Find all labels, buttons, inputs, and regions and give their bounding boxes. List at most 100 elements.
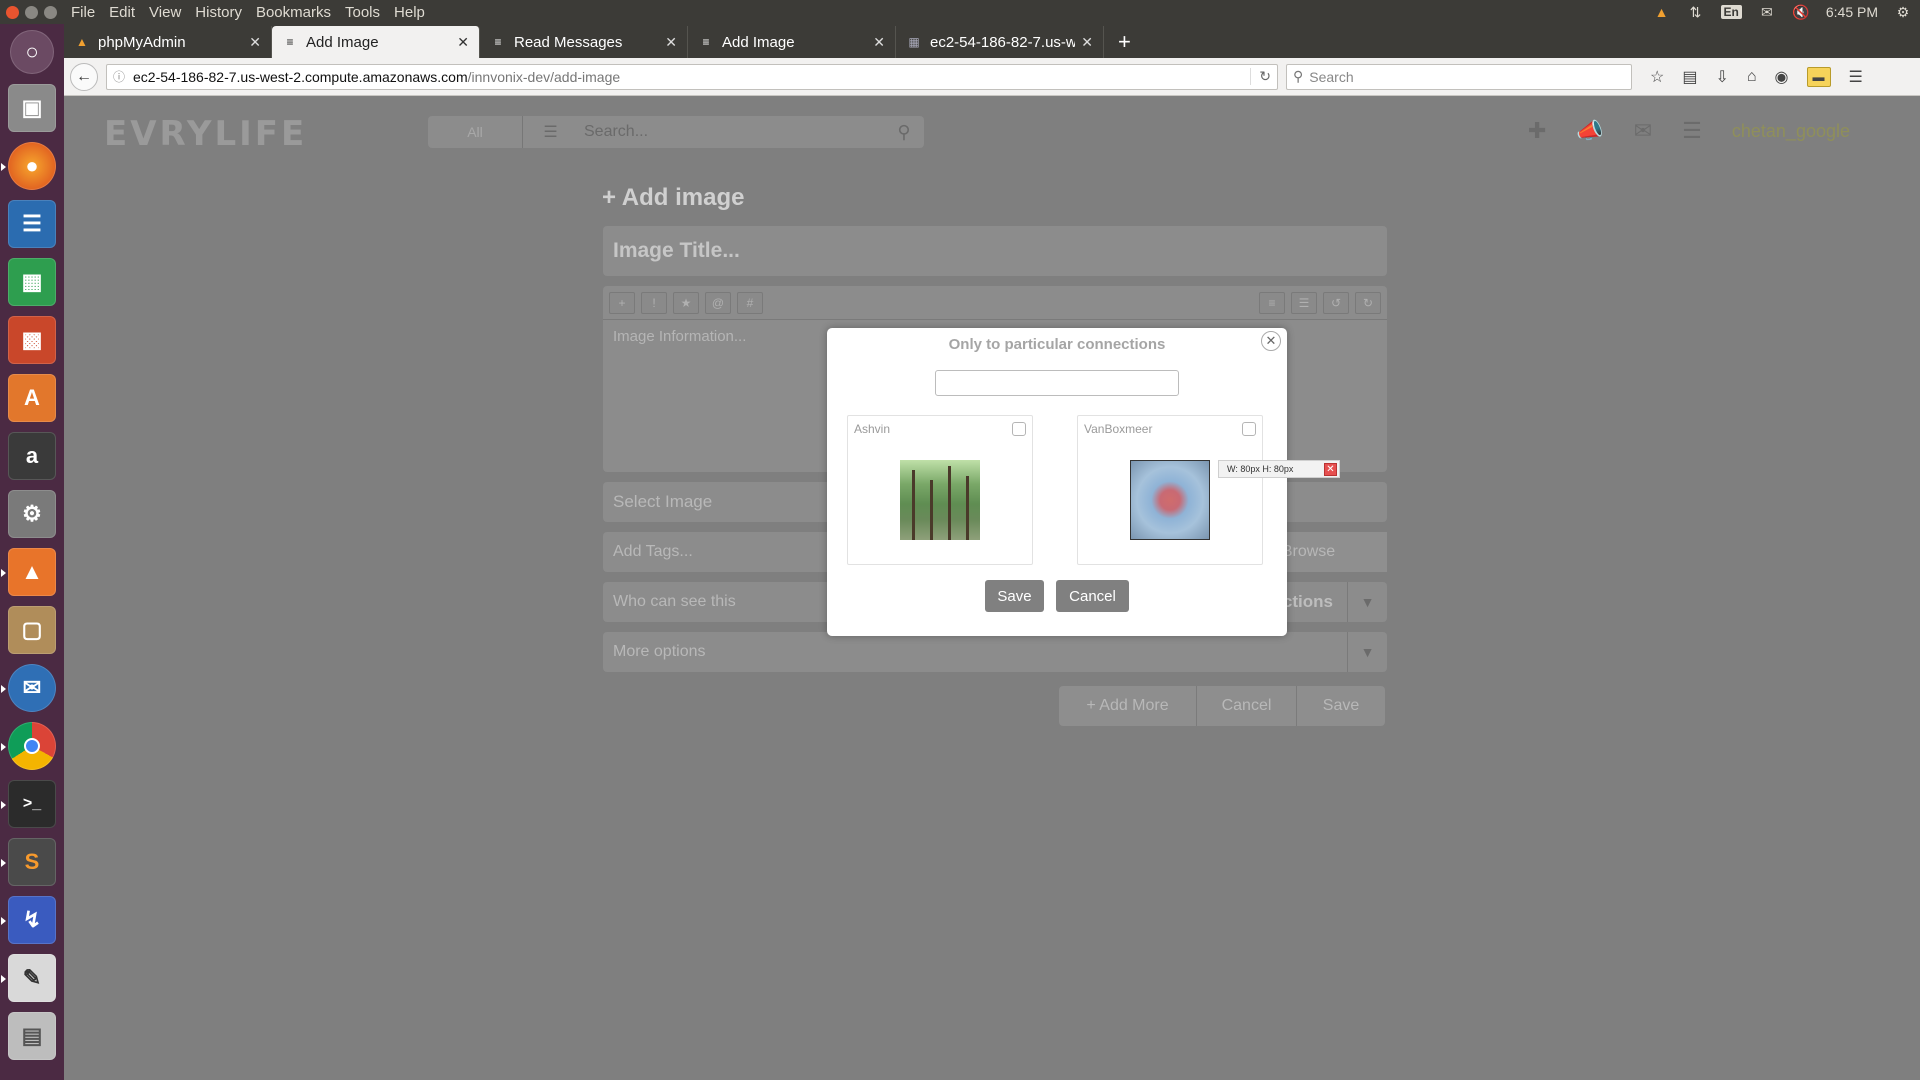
tab-close-icon[interactable]: ✕ <box>1081 34 1093 51</box>
editor-list-icon[interactable]: ☰ <box>1291 292 1317 314</box>
flame-app-icon[interactable]: ▲ <box>1 548 56 596</box>
envelope-icon[interactable]: ✉ <box>1634 118 1652 144</box>
scanner-icon[interactable]: ▤ <box>8 1012 56 1060</box>
editor-at-icon[interactable]: @ <box>705 292 731 314</box>
mail-icon[interactable]: ✉ <box>1758 4 1776 20</box>
site-search-input[interactable]: Search... <box>578 116 884 148</box>
window-minimize-icon[interactable] <box>25 5 38 19</box>
firefox-icon[interactable]: ● <box>1 142 56 190</box>
menu-tools[interactable]: Tools <box>340 4 385 21</box>
editor-add-icon[interactable]: + <box>609 292 635 314</box>
tab-read-messages[interactable]: ≡ Read Messages ✕ <box>480 26 688 58</box>
window-maximize-icon[interactable] <box>44 5 57 19</box>
megaphone-icon[interactable]: 📣 <box>1576 118 1603 144</box>
chevron-down-icon[interactable]: ▼ <box>1347 582 1387 622</box>
libreoffice-calc-icon[interactable]: ▦ <box>8 258 56 306</box>
cancel-button[interactable]: Cancel <box>1197 686 1297 726</box>
connection-checkbox[interactable] <box>1012 422 1026 436</box>
add-more-button[interactable]: + Add More <box>1059 686 1197 726</box>
system-settings-icon[interactable]: ⚙ <box>8 490 56 538</box>
editor-star-icon[interactable]: ★ <box>673 292 699 314</box>
text-editor-icon[interactable]: ✎ <box>1 954 56 1002</box>
clock[interactable]: 6:45 PM <box>1826 4 1878 20</box>
plus-icon[interactable]: ✚ <box>1528 118 1546 144</box>
page-content: EVRYLIFE All ☰ Search... ⚲ ✚ 📣 ✉ ☰ cheta… <box>64 96 1920 1080</box>
reload-icon[interactable]: ↻ <box>1250 68 1271 85</box>
extension-icon[interactable]: ▬ <box>1806 66 1831 87</box>
tab-close-icon[interactable]: ✕ <box>665 34 677 51</box>
tab-close-icon[interactable]: ✕ <box>873 34 885 51</box>
modal-cancel-button[interactable]: Cancel <box>1056 580 1129 612</box>
menu-icon[interactable]: ☰ <box>1682 118 1702 144</box>
tab-ec2-host[interactable]: ▦ ec2-54-186-82-7.us-wes ✕ <box>896 26 1104 58</box>
search-icon[interactable]: ⚲ <box>884 116 924 148</box>
tab-close-icon[interactable]: ✕ <box>249 34 261 51</box>
connection-card-vanboxmeer[interactable]: VanBoxmeer <box>1077 415 1263 565</box>
system-tray: ▲ ⇅ En ✉ 🔇 6:45 PM ⚙ <box>1653 0 1912 24</box>
new-tab-button[interactable]: + <box>1104 26 1145 58</box>
files-manager-icon[interactable]: ▣ <box>8 84 56 132</box>
connection-name: VanBoxmeer <box>1084 422 1153 436</box>
editor-hash-icon[interactable]: # <box>737 292 763 314</box>
home-icon[interactable]: ⌂ <box>1747 68 1757 86</box>
ubuntu-dash-icon[interactable]: ○ <box>10 30 54 74</box>
window-close-icon[interactable] <box>6 5 19 19</box>
connection-checkbox[interactable] <box>1242 422 1256 436</box>
username-link[interactable]: chetan_google <box>1732 121 1850 142</box>
software-center-icon[interactable]: A <box>8 374 56 422</box>
image-title-input[interactable]: Image Title... <box>603 226 1387 276</box>
connection-avatar-image[interactable] <box>1130 460 1210 540</box>
pocket-icon[interactable]: ◉ <box>1775 67 1789 87</box>
menu-view[interactable]: View <box>144 4 186 21</box>
network-icon[interactable]: ⇅ <box>1687 4 1705 20</box>
amazon-icon[interactable]: a <box>8 432 56 480</box>
browser-search-bar[interactable]: ⚲ Search <box>1286 63 1632 90</box>
location-list-icon[interactable]: ☰ <box>522 116 578 148</box>
menu-history[interactable]: History <box>190 4 247 21</box>
connection-search-input[interactable] <box>935 370 1179 396</box>
more-options-select[interactable]: More options ▼ <box>603 632 1387 672</box>
menu-help[interactable]: Help <box>389 4 430 21</box>
connection-card-ashvin[interactable]: Ashvin <box>847 415 1033 565</box>
save-button[interactable]: Save <box>1297 686 1385 726</box>
menu-file[interactable]: File <box>66 4 100 21</box>
tab-close-icon[interactable]: ✕ <box>457 34 469 51</box>
editor-redo-icon[interactable]: ↻ <box>1355 292 1381 314</box>
flame-icon[interactable]: ▲ <box>1653 4 1671 20</box>
connections-modal: Only to particular connections ✕ Ashvin … <box>827 328 1340 636</box>
tab-phpmyadmin[interactable]: ▲ phpMyAdmin ✕ <box>64 26 272 58</box>
tab-add-image-active[interactable]: ≡ Add Image ✕ <box>272 26 480 58</box>
settings-gear-icon[interactable]: ⚙ <box>1894 4 1912 20</box>
sublime-text-icon[interactable]: S <box>1 838 56 886</box>
editor-exclaim-icon[interactable]: ! <box>641 292 667 314</box>
terminal-icon[interactable]: >_ <box>1 780 56 828</box>
more-options-label: More options <box>613 643 706 660</box>
menu-bookmarks[interactable]: Bookmarks <box>251 4 336 21</box>
tab-add-image-2[interactable]: ≡ Add Image ✕ <box>688 26 896 58</box>
hamburger-menu-icon[interactable]: ☰ <box>1849 67 1863 87</box>
menu-edit[interactable]: Edit <box>104 4 140 21</box>
libreoffice-writer-icon[interactable]: ☰ <box>8 200 56 248</box>
modal-save-button[interactable]: Save <box>985 580 1044 612</box>
keyboard-layout-indicator[interactable]: En <box>1720 5 1742 19</box>
thunderbird-icon[interactable]: ✉ <box>1 664 56 712</box>
editor-undo-icon[interactable]: ↺ <box>1323 292 1349 314</box>
url-bar[interactable]: ⓘ ec2-54-186-82-7.us-west-2.compute.amaz… <box>106 63 1278 90</box>
volume-muted-icon[interactable]: 🔇 <box>1792 4 1810 20</box>
libreoffice-impress-icon[interactable]: ▩ <box>8 316 56 364</box>
page-icon: ≡ <box>702 35 710 49</box>
editor-bullets-icon[interactable]: ≡ <box>1259 292 1285 314</box>
archive-icon[interactable]: ▢ <box>8 606 56 654</box>
site-info-icon[interactable]: ⓘ <box>113 68 125 85</box>
search-scope-select[interactable]: All <box>428 116 522 148</box>
download-icon[interactable]: ⇩ <box>1715 67 1728 87</box>
close-icon[interactable]: ✕ <box>1324 462 1337 476</box>
reading-list-icon[interactable]: ▤ <box>1682 67 1697 87</box>
back-arrow-icon[interactable]: ← <box>70 62 98 91</box>
chrome-icon[interactable] <box>1 722 56 770</box>
chevron-down-icon[interactable]: ▼ <box>1347 632 1387 672</box>
remote-desktop-icon[interactable]: ↯ <box>1 896 56 944</box>
bookmark-star-icon[interactable]: ☆ <box>1650 67 1664 87</box>
site-logo[interactable]: EVRYLIFE <box>104 114 307 154</box>
close-icon[interactable]: ✕ <box>1261 331 1281 351</box>
